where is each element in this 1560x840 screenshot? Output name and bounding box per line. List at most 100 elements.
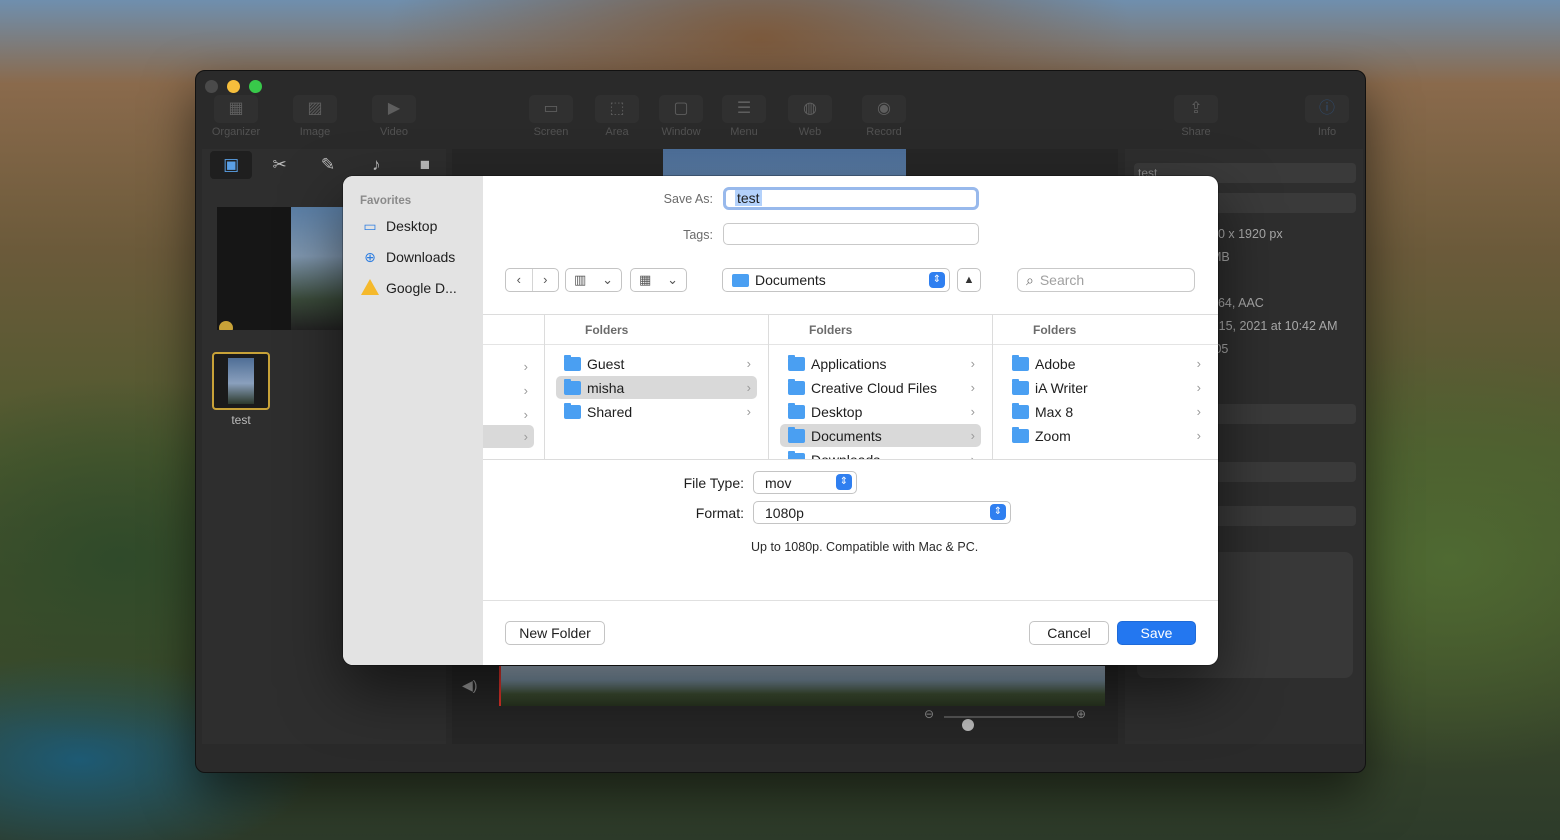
- speaker-icon[interactable]: ♪: [355, 151, 397, 179]
- zoom-knob[interactable]: [962, 719, 974, 731]
- search-input[interactable]: ⌕ Search: [1017, 268, 1195, 292]
- new-folder-button[interactable]: New Folder: [505, 621, 605, 645]
- area-icon: ⬚: [595, 95, 639, 123]
- folder-row-downloads[interactable]: Downloads ›: [780, 448, 981, 460]
- sidebar-item-downloads[interactable]: ⊕ Downloads: [361, 246, 455, 268]
- folder-row-applications[interactable]: Applications ›: [780, 352, 981, 375]
- inspector-field-b[interactable]: [1211, 506, 1356, 526]
- folder-row-creative-cloud[interactable]: Creative Cloud Files ›: [780, 376, 981, 399]
- list-item[interactable]: ›: [483, 425, 534, 448]
- chevron-right-icon: ›: [746, 356, 751, 371]
- inspector-codec: 264, AAC: [1211, 296, 1264, 310]
- toolbar-video[interactable]: ▶ Video: [359, 95, 429, 138]
- chevron-right-icon: ›: [970, 428, 975, 443]
- chevron-right-icon: ›: [1196, 356, 1201, 371]
- folder-row-guest[interactable]: Guest ›: [556, 352, 757, 375]
- chevron-right-icon: ›: [970, 404, 975, 419]
- inspector-date: r 15, 2021 at 10:42 AM: [1211, 319, 1338, 333]
- desktop-icon: ▭: [363, 217, 377, 234]
- tags-input[interactable]: [723, 223, 979, 245]
- annotate-icon[interactable]: ✎: [307, 151, 349, 179]
- group-view-button[interactable]: ▦ ⌄: [630, 268, 687, 292]
- folder-row-shared[interactable]: Shared ›: [556, 400, 757, 423]
- file-type-popup[interactable]: mov ⇕: [753, 471, 857, 494]
- toolbar-screen[interactable]: ▭ Screen: [516, 95, 586, 138]
- volume-icon[interactable]: ◀): [462, 677, 477, 694]
- location-label: Documents: [755, 272, 826, 288]
- toolbar-image[interactable]: ▨ Image: [280, 95, 350, 138]
- clip-thumbnail[interactable]: [212, 352, 270, 410]
- forward-button[interactable]: ›: [533, 269, 559, 291]
- chevron-down-icon: ⌄: [602, 272, 614, 287]
- folder-icon: [1012, 402, 1029, 419]
- chevron-right-icon: ›: [523, 383, 528, 398]
- toolbar-info[interactable]: ⓘ Info: [1292, 95, 1362, 138]
- toolbar-menu[interactable]: ☰ Menu: [709, 95, 779, 138]
- sidebar-item-desktop[interactable]: ▭ Desktop: [361, 215, 437, 237]
- sidebar-heading: Favorites: [360, 195, 412, 207]
- folder-row-zoom[interactable]: Zoom ›: [1004, 424, 1207, 447]
- expand-collapse-button[interactable]: ▲: [957, 268, 981, 292]
- toolbar-share[interactable]: ⇪ Share: [1161, 95, 1231, 138]
- folder-row-adobe[interactable]: Adobe ›: [1004, 352, 1207, 375]
- column-header: Folders: [993, 315, 1218, 345]
- sidebar-item-google-drive[interactable]: Google D...: [361, 277, 457, 299]
- popup-arrows-icon: ⇕: [990, 504, 1006, 520]
- inspector-popup[interactable]: [1211, 404, 1356, 424]
- list-item[interactable]: ›: [493, 379, 534, 402]
- zoom-slider[interactable]: [944, 716, 1074, 731]
- toolbar-area[interactable]: ⬚ Area: [582, 95, 652, 138]
- timeline-strip[interactable]: [499, 666, 1105, 706]
- thumbnail-label: test: [231, 413, 251, 427]
- back-button[interactable]: ‹: [506, 269, 533, 291]
- sidebar-item-label: Google D...: [386, 280, 457, 296]
- image-icon: ▨: [293, 95, 337, 123]
- close-window-button[interactable]: [205, 80, 218, 93]
- dialog-sidebar: Favorites ▭ Desktop ⊕ Downloads Google D…: [343, 176, 483, 665]
- folder-name: Max 8: [1035, 403, 1074, 420]
- downloads-icon: ⊕: [364, 248, 376, 265]
- toolbar-organizer[interactable]: ▦ Organizer: [201, 95, 271, 138]
- sidebar-item-label: Desktop: [386, 218, 438, 234]
- folder-icon: [564, 354, 581, 371]
- web-icon: ◍: [788, 95, 832, 123]
- playhead-handle[interactable]: [219, 321, 233, 330]
- cancel-button[interactable]: Cancel: [1029, 621, 1109, 645]
- folder-name: Downloads: [811, 451, 881, 460]
- zoom-in-icon[interactable]: ⊕: [1076, 707, 1086, 721]
- location-popup[interactable]: Documents ⇕: [722, 268, 950, 292]
- folder-row-misha[interactable]: misha ›: [556, 376, 757, 399]
- popup-arrows-icon: ⇕: [929, 272, 945, 288]
- zoom-window-button[interactable]: [249, 80, 262, 93]
- app-toolbar: ▦ Organizer ▨ Image ▶ Video ▭ Screen ⬚ Area ▢…: [196, 95, 1365, 147]
- inspector-field-a[interactable]: [1211, 462, 1356, 482]
- folder-row-documents[interactable]: Documents ›: [780, 424, 981, 447]
- play-icon[interactable]: ▣: [210, 151, 253, 179]
- camera-icon[interactable]: ■: [404, 151, 446, 179]
- folder-row-max-8[interactable]: Max 8 ›: [1004, 400, 1207, 423]
- toolbar-record[interactable]: ◉ Record: [849, 95, 919, 138]
- save-as-input[interactable]: test: [723, 187, 979, 210]
- list-item[interactable]: ›: [493, 355, 534, 378]
- format-popup[interactable]: 1080p ⇕: [753, 501, 1011, 524]
- folder-icon: [732, 273, 749, 287]
- popup-arrows-icon: ⇕: [836, 474, 852, 490]
- menu-icon: ☰: [722, 95, 766, 123]
- share-icon: ⇪: [1174, 95, 1218, 123]
- toolbar-web[interactable]: ◍ Web: [775, 95, 845, 138]
- minimize-window-button[interactable]: [227, 80, 240, 93]
- toolbar-window[interactable]: ▢ Window: [646, 95, 716, 138]
- sidebar-item-label: Downloads: [386, 249, 456, 265]
- column-view-button[interactable]: ▥ ⌄: [565, 268, 622, 292]
- list-item[interactable]: ›: [493, 403, 534, 426]
- folder-row-desktop[interactable]: Desktop ›: [780, 400, 981, 423]
- zoom-out-icon[interactable]: ⊖: [924, 707, 934, 721]
- folder-icon: [788, 378, 805, 395]
- tags-label: Tags:: [683, 228, 713, 242]
- inspector-dimensions: 80 x 1920 px: [1211, 227, 1283, 241]
- chevron-right-icon: ›: [1196, 428, 1201, 443]
- save-button[interactable]: Save: [1117, 621, 1196, 645]
- scissors-icon[interactable]: ✂: [258, 151, 300, 179]
- timeline-marker[interactable]: [499, 666, 501, 706]
- folder-row-ia-writer[interactable]: iA Writer ›: [1004, 376, 1207, 399]
